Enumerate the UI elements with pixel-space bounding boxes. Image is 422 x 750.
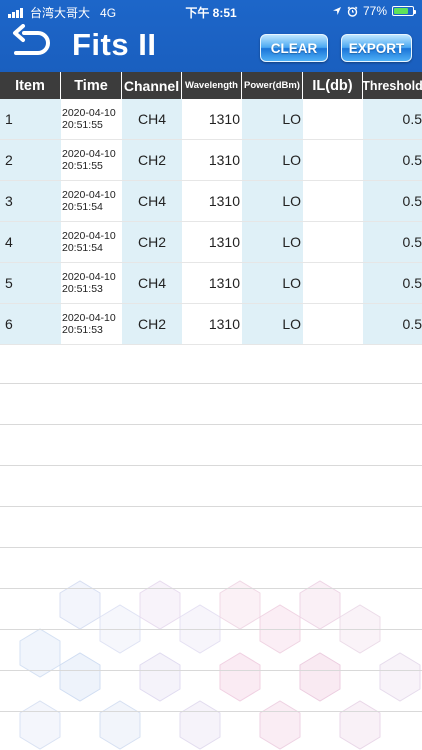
cell-time: 2020-04-10 20:51:53 — [61, 304, 122, 344]
empty-list-area — [0, 343, 422, 750]
cell-item: 1 — [0, 99, 61, 139]
app-header: 台湾大哥大 4G 下午 8:51 77% Fits II CLEAR EXPOR… — [0, 0, 422, 72]
divider — [0, 547, 422, 548]
clear-button[interactable]: CLEAR — [260, 34, 328, 62]
cell-clock: 20:51:55 — [62, 119, 103, 131]
cell-power: LO — [242, 140, 303, 180]
cell-date: 2020-04-10 — [62, 271, 116, 283]
divider — [0, 670, 422, 671]
table-header: Item Time Channel Wavelength Power(dBm) … — [0, 72, 422, 99]
column-header-wavelength[interactable]: Wavelength — [182, 72, 242, 99]
cell-item: 2 — [0, 140, 61, 180]
cell-channel: CH2 — [122, 304, 182, 344]
cell-threshold: 0.5 — [363, 304, 422, 344]
cell-clock: 20:51:53 — [62, 324, 103, 336]
table-row[interactable]: 4 2020-04-10 20:51:54 CH2 1310 LO 0.5 — [0, 222, 422, 263]
cell-channel: CH4 — [122, 181, 182, 221]
cell-wavelength: 1310 — [182, 304, 242, 344]
cell-channel: CH2 — [122, 222, 182, 262]
divider — [0, 629, 422, 630]
cell-il — [303, 304, 363, 344]
divider — [0, 383, 422, 384]
cell-date: 2020-04-10 — [62, 230, 116, 242]
cell-channel: CH4 — [122, 263, 182, 303]
column-header-item[interactable]: Item — [0, 72, 61, 99]
column-header-threshold[interactable]: Threshold — [363, 72, 422, 99]
cell-clock: 20:51:54 — [62, 242, 103, 254]
divider — [0, 465, 422, 466]
cell-il — [303, 99, 363, 139]
cell-time: 2020-04-10 20:51:55 — [61, 99, 122, 139]
cell-date: 2020-04-10 — [62, 312, 116, 324]
cell-date: 2020-04-10 — [62, 148, 116, 160]
cell-time: 2020-04-10 20:51:53 — [61, 263, 122, 303]
divider — [0, 711, 422, 712]
cell-date: 2020-04-10 — [62, 189, 116, 201]
cell-threshold: 0.5 — [363, 181, 422, 221]
cell-power: LO — [242, 263, 303, 303]
status-right: 77% — [332, 4, 416, 18]
cell-il — [303, 222, 363, 262]
table-row[interactable]: 1 2020-04-10 20:51:55 CH4 1310 LO 0.5 — [0, 99, 422, 140]
back-arrow-icon[interactable] — [10, 24, 54, 62]
cell-date: 2020-04-10 — [62, 107, 116, 119]
cell-wavelength: 1310 — [182, 181, 242, 221]
cell-channel: CH4 — [122, 99, 182, 139]
table-row[interactable]: 2 2020-04-10 20:51:55 CH2 1310 LO 0.5 — [0, 140, 422, 181]
column-header-channel[interactable]: Channel — [122, 72, 182, 99]
cell-threshold: 0.5 — [363, 99, 422, 139]
column-header-time[interactable]: Time — [61, 72, 122, 99]
battery-percent: 77% — [362, 4, 387, 18]
cell-item: 5 — [0, 263, 61, 303]
cell-il — [303, 263, 363, 303]
cell-threshold: 0.5 — [363, 140, 422, 180]
cell-threshold: 0.5 — [363, 222, 422, 262]
table-row[interactable]: 3 2020-04-10 20:51:54 CH4 1310 LO 0.5 — [0, 181, 422, 222]
divider — [0, 424, 422, 425]
cell-power: LO — [242, 304, 303, 344]
cell-clock: 20:51:53 — [62, 283, 103, 295]
export-button[interactable]: EXPORT — [341, 34, 412, 62]
alarm-clock-icon — [347, 6, 358, 17]
cell-clock: 20:51:55 — [62, 160, 103, 172]
cell-wavelength: 1310 — [182, 140, 242, 180]
cell-item: 6 — [0, 304, 61, 344]
cell-power: LO — [242, 181, 303, 221]
cell-time: 2020-04-10 20:51:55 — [61, 140, 122, 180]
results-table: Item Time Channel Wavelength Power(dBm) … — [0, 72, 422, 345]
cell-time: 2020-04-10 20:51:54 — [61, 222, 122, 262]
cell-il — [303, 181, 363, 221]
cell-wavelength: 1310 — [182, 99, 242, 139]
cell-item: 4 — [0, 222, 61, 262]
divider — [0, 506, 422, 507]
cell-channel: CH2 — [122, 140, 182, 180]
battery-charging-icon — [392, 6, 416, 16]
location-arrow-icon — [332, 7, 341, 15]
table-row[interactable]: 5 2020-04-10 20:51:53 CH4 1310 LO 0.5 — [0, 263, 422, 304]
cell-power: LO — [242, 222, 303, 262]
cell-wavelength: 1310 — [182, 222, 242, 262]
cell-time: 2020-04-10 20:51:54 — [61, 181, 122, 221]
cell-item: 3 — [0, 181, 61, 221]
cell-il — [303, 140, 363, 180]
cell-power: LO — [242, 99, 303, 139]
status-bar: 台湾大哥大 4G 下午 8:51 77% — [0, 0, 422, 22]
table-body: 1 2020-04-10 20:51:55 CH4 1310 LO 0.5 2 2… — [0, 99, 422, 345]
cell-clock: 20:51:54 — [62, 201, 103, 213]
divider — [0, 588, 422, 589]
app-title: Fits II — [72, 27, 157, 62]
column-header-il[interactable]: IL(db) — [303, 72, 363, 99]
table-row[interactable]: 6 2020-04-10 20:51:53 CH2 1310 LO 0.5 — [0, 304, 422, 345]
cell-threshold: 0.5 — [363, 263, 422, 303]
column-header-power[interactable]: Power(dBm) — [242, 72, 303, 99]
cell-wavelength: 1310 — [182, 263, 242, 303]
